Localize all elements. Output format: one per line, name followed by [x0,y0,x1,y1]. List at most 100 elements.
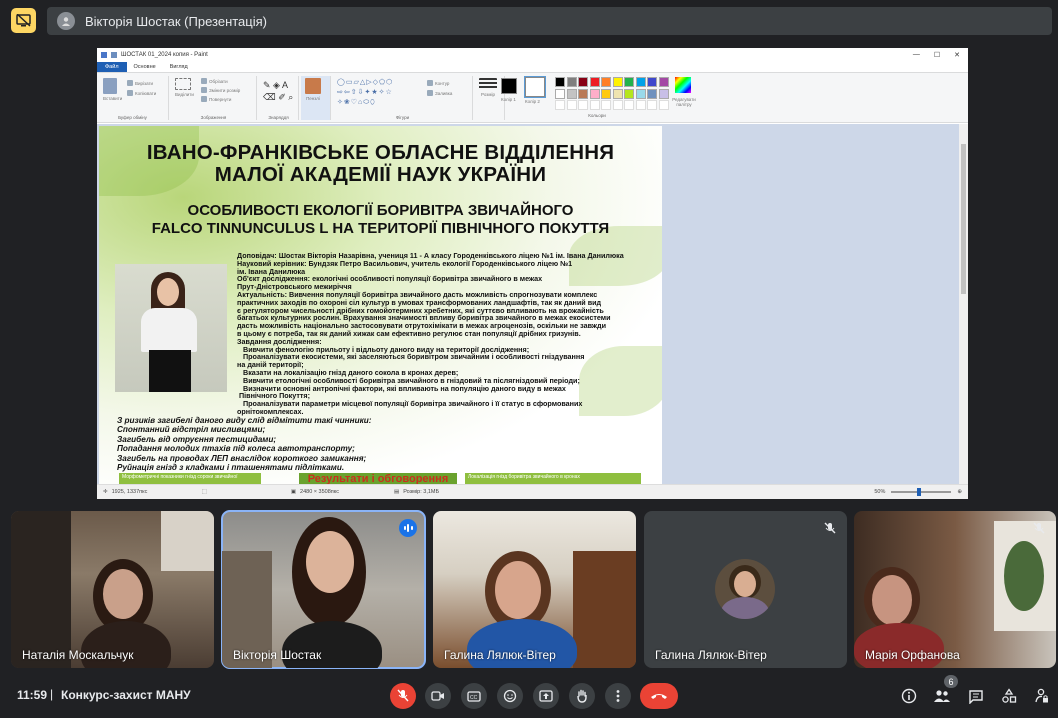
crop-button: Обрізати [201,78,228,84]
fill-button: Заливка [427,90,452,96]
participant-name: Вікторія Шостак [233,648,322,662]
save-icon [111,52,117,58]
participant-name: Галина Лялюк-Вітер [444,648,556,662]
palette-swatch-empty [601,100,611,110]
palette-swatch [589,77,600,87]
palette-swatch [647,77,657,87]
more-vert-icon [616,690,620,702]
chat-button[interactable] [966,686,986,706]
emoji-button[interactable] [497,683,523,709]
hand-icon [577,689,587,703]
more-options-button[interactable] [605,683,631,709]
cursor-position: 1925, 1337пкс [111,489,148,495]
captions-button[interactable]: CC [461,683,487,709]
lock-person-icon [1035,688,1048,703]
slide-body-text: Доповідач: Шостак Вікторія Назарівна, уч… [237,251,624,416]
cut-icon [127,80,133,86]
palette-swatch [601,88,611,99]
palette-swatch [589,88,600,99]
palette-swatch [612,77,623,87]
color2-label: Колір 2 [525,99,540,104]
palette-swatch [635,77,646,87]
participant-tile[interactable]: Галина Лялюк-Вітер [644,511,847,668]
slide-bottom-right: Локалізація гнізд боривітра звичайного в… [465,473,641,484]
tools-group-label: Знаряддя [268,115,289,120]
paste-icon [103,78,117,94]
present-screen-icon [539,690,553,702]
tab-home: Основне [133,64,156,70]
zoom-slider [891,488,952,496]
palette-swatch-empty [647,100,657,110]
vertical-scrollbar [959,124,968,484]
outline-icon [427,80,433,86]
slide-risks-text: З ризиків загибелі даного виду слід відм… [117,416,372,473]
camera-icon [431,691,444,701]
paint-ribbon: Вставити Вирізати Копіювати Буфер обміну… [97,72,968,123]
svg-text:CC: CC [470,695,478,701]
image-group-label: Зображення [200,115,227,120]
slide-image: ІВАНО-ФРАНКІВСЬКЕ ОБЛАСНЕ ВІДДІЛЕННЯ МАЛ… [99,126,662,484]
participant-name: Марія Орфанова [865,648,960,662]
palette-swatch-empty [555,100,565,110]
hang-up-icon [651,694,667,699]
captions-icon: CC [467,690,481,702]
slide-title: ІВАНО-ФРАНКІВСЬКЕ ОБЛАСНЕ ВІДДІЛЕННЯ МАЛ… [146,141,615,186]
participant-tile[interactable]: Марія Орфанова [854,511,1056,668]
shapes-group: ◯▭▱△▷◇⬠⬡ ⇨⇦⇧⇩✦★✧☆ ✧❀♡⌂⬭⬯ Контур Заливка … [333,76,473,120]
tab-view: Вигляд [169,64,188,70]
bottom-control-bar: 11:59 | Конкурс-захист МАНУ CC [0,674,1058,718]
palette-swatch [647,88,657,99]
raise-hand-button[interactable] [569,683,595,709]
activities-icon [1002,688,1017,703]
clock: 11:59 [17,688,48,702]
presenter-avatar [57,12,75,30]
participant-name: Галина Лялюк-Вітер [655,648,767,662]
palette-swatch-empty [612,100,623,110]
color1-label: Колір 1 [501,97,516,102]
resize-button: Змінити розмір [201,87,240,93]
participant-tile[interactable]: Наталія Москальчук [11,511,214,668]
palette-swatch [555,88,565,99]
participant-tile[interactable]: Галина Лялюк-Вітер [433,511,636,668]
clipboard-group-label: Буфер обміну [118,115,147,120]
size-control: Розмір [479,78,497,97]
presenter-photo [115,264,227,392]
activities-button[interactable] [999,686,1019,706]
mic-toggle-button[interactable] [390,683,416,709]
slide-subtitle: ОСОБЛИВОСТІ ЕКОЛОГІЇ БОРИВІТРА ЗВИЧАЙНОГ… [151,202,610,237]
tools-group: ✎ ◈ A ⌫ ✐ ⌕ Знаряддя [259,76,299,120]
palette-swatch [658,77,669,87]
paint-titlebar: ШОСТАК 01_2024 копия - Paint — ☐ ✕ [97,48,968,62]
meeting-info-button[interactable] [899,686,919,706]
dimensions-icon: ▣ [290,489,297,495]
copy-button: Копіювати [127,90,156,96]
resize-icon [201,87,207,93]
colors-group-label: Кольори [588,113,606,118]
palette-swatch-empty [578,100,588,110]
stop-presenting-icon[interactable] [11,8,36,33]
brush-icon [305,78,321,94]
participant-tile-active[interactable]: Вікторія Шостак [221,510,426,669]
file-size: Розмір: 3,1МБ [403,489,440,495]
paint-app-icon [101,52,107,58]
participants-button[interactable] [932,686,952,706]
chat-icon [969,689,983,704]
present-button[interactable] [533,683,559,709]
clipboard-group: Вставити Вирізати Копіювати Буфер обміну [97,76,169,120]
close-icon: ✕ [954,52,960,59]
color1-swatch [501,78,517,94]
leave-call-button[interactable] [640,683,678,709]
palette-swatch [624,77,634,87]
cut-button: Вирізати [127,80,153,86]
brushes-button: Пензлі [301,76,331,120]
color2-swatch [524,76,546,98]
selection-icon: ⬚ [201,489,207,495]
host-controls-button[interactable] [1032,686,1052,706]
fill-icon [427,90,433,96]
emoji-icon [503,689,517,703]
shared-screen-paint-window: ШОСТАК 01_2024 копия - Paint — ☐ ✕ Файл … [97,48,968,499]
info-icon [901,688,917,704]
maximize-icon: ☐ [933,52,941,59]
camera-toggle-button[interactable] [425,683,451,709]
shapes-gallery: ◯▭▱△▷◇⬠⬡ [337,79,394,86]
